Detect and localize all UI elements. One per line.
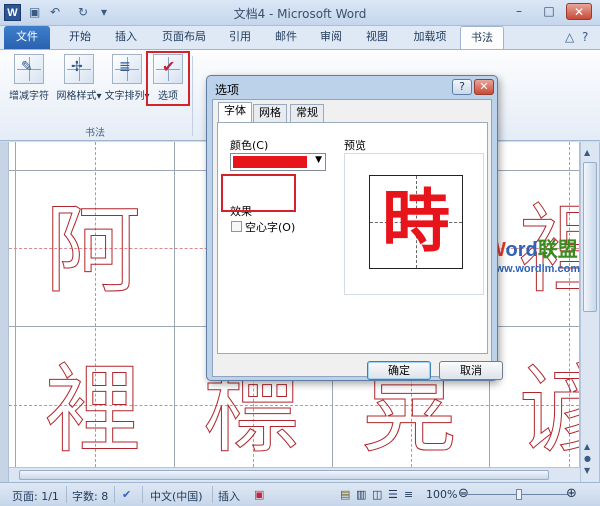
font-tab-panel: 颜色(C) ▼ 效果 空心字(O) 预览 時: [217, 122, 488, 354]
title-bar: W ▣ ↶ ↻ ▾ 文档4 - Microsoft Word – □ ✕: [0, 0, 600, 26]
zoom-slider[interactable]: [460, 494, 568, 495]
tab-references[interactable]: 引用: [220, 26, 260, 49]
minimize-button[interactable]: –: [506, 3, 532, 20]
color-dropdown[interactable]: ▼: [230, 153, 326, 171]
ribbon-tabs: 文件 开始 插入 页面布局 引用 邮件 审阅 视图 加载项 书法 △ ?: [0, 26, 600, 49]
web-layout-icon[interactable]: ◫: [372, 488, 382, 501]
restore-button[interactable]: □: [536, 3, 562, 20]
insert-mode[interactable]: 插入: [218, 488, 240, 504]
group-separator: [192, 56, 193, 136]
browse-object-icon[interactable]: ●: [584, 454, 591, 463]
tab-insert[interactable]: 插入: [104, 26, 148, 49]
hscroll-thumb[interactable]: [19, 470, 549, 480]
tab-review[interactable]: 审阅: [311, 26, 351, 49]
grid-line: [15, 142, 16, 467]
glyph-cell: 谚: [519, 354, 580, 466]
dialog-title: 选项: [215, 83, 240, 97]
preview-cell: 時: [369, 175, 463, 269]
preview-label: 预览: [344, 139, 366, 152]
macro-record-icon[interactable]: ▣: [254, 488, 264, 501]
tab-page-layout[interactable]: 页面布局: [153, 26, 215, 49]
word-count[interactable]: 字数: 8: [72, 488, 108, 504]
full-screen-reading-icon[interactable]: ▥: [356, 488, 366, 501]
hollow-checkbox[interactable]: [231, 221, 242, 232]
zoom-slider-thumb[interactable]: [516, 489, 522, 500]
grid-line: [174, 142, 175, 467]
dialog-close-button[interactable]: ✕: [474, 79, 494, 95]
tab-grid[interactable]: 网格: [253, 104, 287, 122]
draft-icon[interactable]: ≡: [404, 488, 413, 501]
proofing-icon[interactable]: ✔: [122, 488, 131, 501]
dialog-body: 字体 网格 常规 颜色(C) ▼ 效果 空心字(O) 预览 時: [212, 99, 492, 377]
glyph-cell: 裡: [45, 354, 142, 466]
options-button[interactable]: ✔ 选项: [150, 54, 186, 102]
effects-label: 效果: [230, 205, 252, 218]
tab-general[interactable]: 常规: [290, 104, 324, 122]
tab-mailings[interactable]: 邮件: [266, 26, 306, 49]
hollow-label[interactable]: 空心字(O): [245, 219, 295, 235]
text-arrange-icon: ≣: [112, 54, 142, 84]
tab-view[interactable]: 视图: [357, 26, 397, 49]
add-chars-icon: ✎: [14, 54, 44, 84]
cancel-button[interactable]: 取消: [439, 361, 503, 380]
watermark-logo: Word联盟 www.wordlm.com: [487, 239, 581, 275]
print-layout-icon[interactable]: ▤: [340, 488, 350, 501]
preview-box: 時: [344, 153, 484, 295]
preview-char: 時: [381, 182, 450, 262]
prev-page-icon[interactable]: ▲: [584, 442, 590, 451]
next-page-icon[interactable]: ▼: [584, 466, 590, 475]
grid-style-icon: ✢: [64, 54, 94, 84]
grid-style-button[interactable]: ✢ 网格样式▾: [56, 54, 102, 102]
horizontal-scrollbar[interactable]: [9, 467, 580, 482]
help-icon[interactable]: ?: [582, 30, 588, 44]
dropdown-arrow-icon: ▼: [315, 155, 322, 165]
color-swatch: [233, 156, 307, 168]
scroll-thumb[interactable]: [583, 162, 597, 312]
close-window-button[interactable]: ✕: [566, 3, 592, 20]
tab-font[interactable]: 字体: [218, 102, 252, 123]
scroll-up-icon[interactable]: ▲: [584, 148, 590, 157]
vertical-scrollbar[interactable]: ▲ ▲ ● ▼: [580, 142, 599, 482]
color-label: 颜色(C): [230, 139, 269, 152]
tab-file[interactable]: 文件: [4, 26, 50, 49]
zoom-level[interactable]: 100%: [426, 488, 457, 501]
glyph-cell: 阿: [45, 194, 142, 306]
collapse-ribbon-icon[interactable]: △: [565, 30, 574, 44]
page-count[interactable]: 页面: 1/1: [12, 488, 59, 504]
language-indicator[interactable]: 中文(中国): [150, 488, 203, 504]
status-bar: 页面: 1/1 字数: 8 ✔ 中文(中国) 插入 ▣ ▤ ▥ ◫ ☰ ≡ 10…: [0, 482, 600, 506]
vertical-ruler: [0, 142, 8, 482]
ok-button[interactable]: 确定: [367, 361, 431, 380]
tab-addins[interactable]: 加载项: [404, 26, 456, 49]
dialog-help-button[interactable]: ?: [452, 79, 472, 95]
outline-icon[interactable]: ☰: [388, 488, 398, 501]
group-label-calligraphy: 书法: [85, 128, 105, 139]
tab-home[interactable]: 开始: [58, 26, 102, 49]
add-remove-chars-button[interactable]: ✎ 增减字符: [6, 54, 52, 102]
tab-calligraphy[interactable]: 书法: [460, 26, 504, 49]
zoom-in-icon[interactable]: ⊕: [566, 486, 577, 501]
text-arrangement-button[interactable]: ≣ 文字排列▾: [104, 54, 150, 102]
options-dialog: 选项 ? ✕ 字体 网格 常规 颜色(C) ▼ 效果 空心字(O) 预览 時 确: [206, 75, 503, 381]
options-checkmark-icon: ✔: [153, 54, 183, 84]
